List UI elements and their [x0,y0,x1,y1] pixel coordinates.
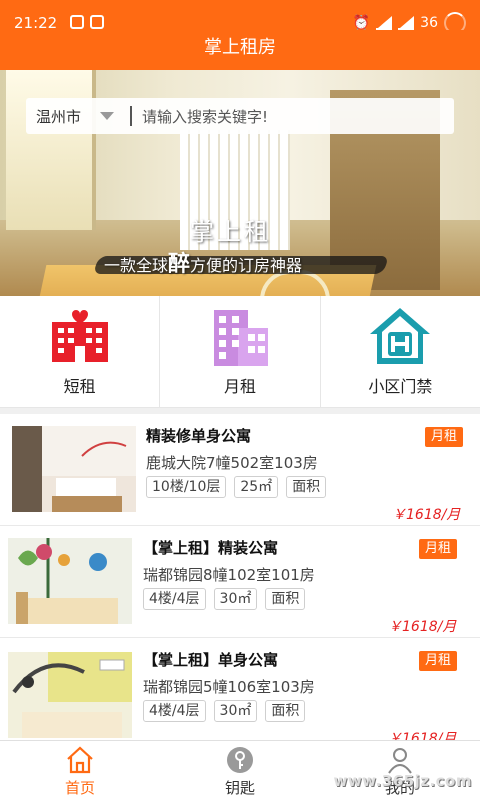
banner-slogan-main: 掌上租 [190,218,271,246]
listing-tags: 4楼/4层 30㎡ 面积 [143,700,306,722]
floor-tag: 10楼/10层 [146,476,227,498]
listing-title: 【掌上租】精装公寓 [143,539,279,557]
listing-price: ￥1618/月 [392,507,461,523]
area-tag: 30㎡ [213,588,258,610]
alarm-icon: ⏰ [352,15,371,31]
listing-address: 鹿城大院7幢502室103房 [146,454,318,472]
house-h-icon [370,308,431,364]
notification-icon [90,15,104,29]
list-item[interactable]: 精装修单身公寓 月租 鹿城大院7幢502室103房 10楼/10层 25㎡ 面积… [0,414,480,526]
rent-type-badge: 月租 [425,427,464,447]
listing-photo [8,652,132,738]
home-icon [67,746,93,774]
search-bar: 温州市 请输入搜索关键字! [26,98,454,134]
category-label: 短租 [63,377,96,396]
tab-profile[interactable]: 我的 [320,741,480,800]
area-label-tag: 面积 [286,476,327,498]
watermark: www.365jz.com [333,772,472,790]
listing-photo [12,426,136,512]
area-tag: 30㎡ [213,700,258,722]
tab-label: 首页 [64,779,95,797]
listing-list: 精装修单身公寓 月租 鹿城大院7幢502室103房 10楼/10层 25㎡ 面积… [0,414,480,740]
user-icon [388,748,412,774]
listing-tags: 10楼/10层 25㎡ 面积 [146,476,327,498]
list-item[interactable]: 【掌上租】单身公寓 月租 瑞都锦园5幢106室103房 4楼/4层 30㎡ 面积… [0,638,480,740]
category-label: 月租 [223,377,256,396]
list-item[interactable]: 【掌上租】精装公寓 月租 瑞都锦园8幢102室101房 4楼/4层 30㎡ 面积… [0,526,480,638]
rent-type-badge: 月租 [419,539,458,559]
app-header: 掌上租房 [0,30,480,70]
area-label-tag: 面积 [265,588,306,610]
notification-icon [70,15,84,29]
key-icon [227,747,253,773]
category-monthly-rent[interactable]: 月租 [160,296,321,407]
bottom-tab-bar: 首页 钥匙 我的 [0,740,480,800]
tab-label: 钥匙 [224,779,255,797]
listing-address: 瑞都锦园8幢102室101房 [143,566,315,584]
listing-title: 【掌上租】单身公寓 [143,651,279,669]
listing-tags: 4楼/4层 30㎡ 面积 [143,588,306,610]
area-label-tag: 面积 [265,700,306,722]
listing-price: ￥1618/月 [388,731,457,740]
battery-level: 36 [420,15,438,31]
category-row: 短租 月租 小区门禁 [0,296,480,408]
city-selector[interactable]: 温州市 [26,106,98,127]
listing-photo [8,538,132,624]
floor-tag: 4楼/4层 [143,588,206,610]
listing-address: 瑞都锦园5幢106室103房 [143,678,315,696]
banner-window [6,70,96,230]
category-short-rent[interactable]: 短租 [0,296,161,407]
rent-type-badge: 月租 [419,651,458,671]
tab-key[interactable]: 钥匙 [160,741,320,800]
area-tag: 25㎡ [234,476,279,498]
banner-slogan-sub: 一款全球醉方便的订房神器 [104,251,303,277]
floor-tag: 4楼/4层 [143,700,206,722]
page-title: 掌上租房 [204,37,276,58]
hotel-building-icon [51,310,108,362]
category-label: 小区门禁 [368,377,433,396]
apartment-building-icon [213,310,268,366]
listing-price: ￥1618/月 [388,619,457,635]
listing-title: 精装修单身公寓 [146,427,252,445]
signal-icon [376,16,393,30]
category-community-access[interactable]: 小区门禁 [321,296,480,407]
search-input[interactable]: 请输入搜索关键字! [142,106,268,127]
tab-home[interactable]: 首页 [0,741,160,800]
chevron-down-icon[interactable] [100,112,114,120]
signal-icon [398,16,415,30]
